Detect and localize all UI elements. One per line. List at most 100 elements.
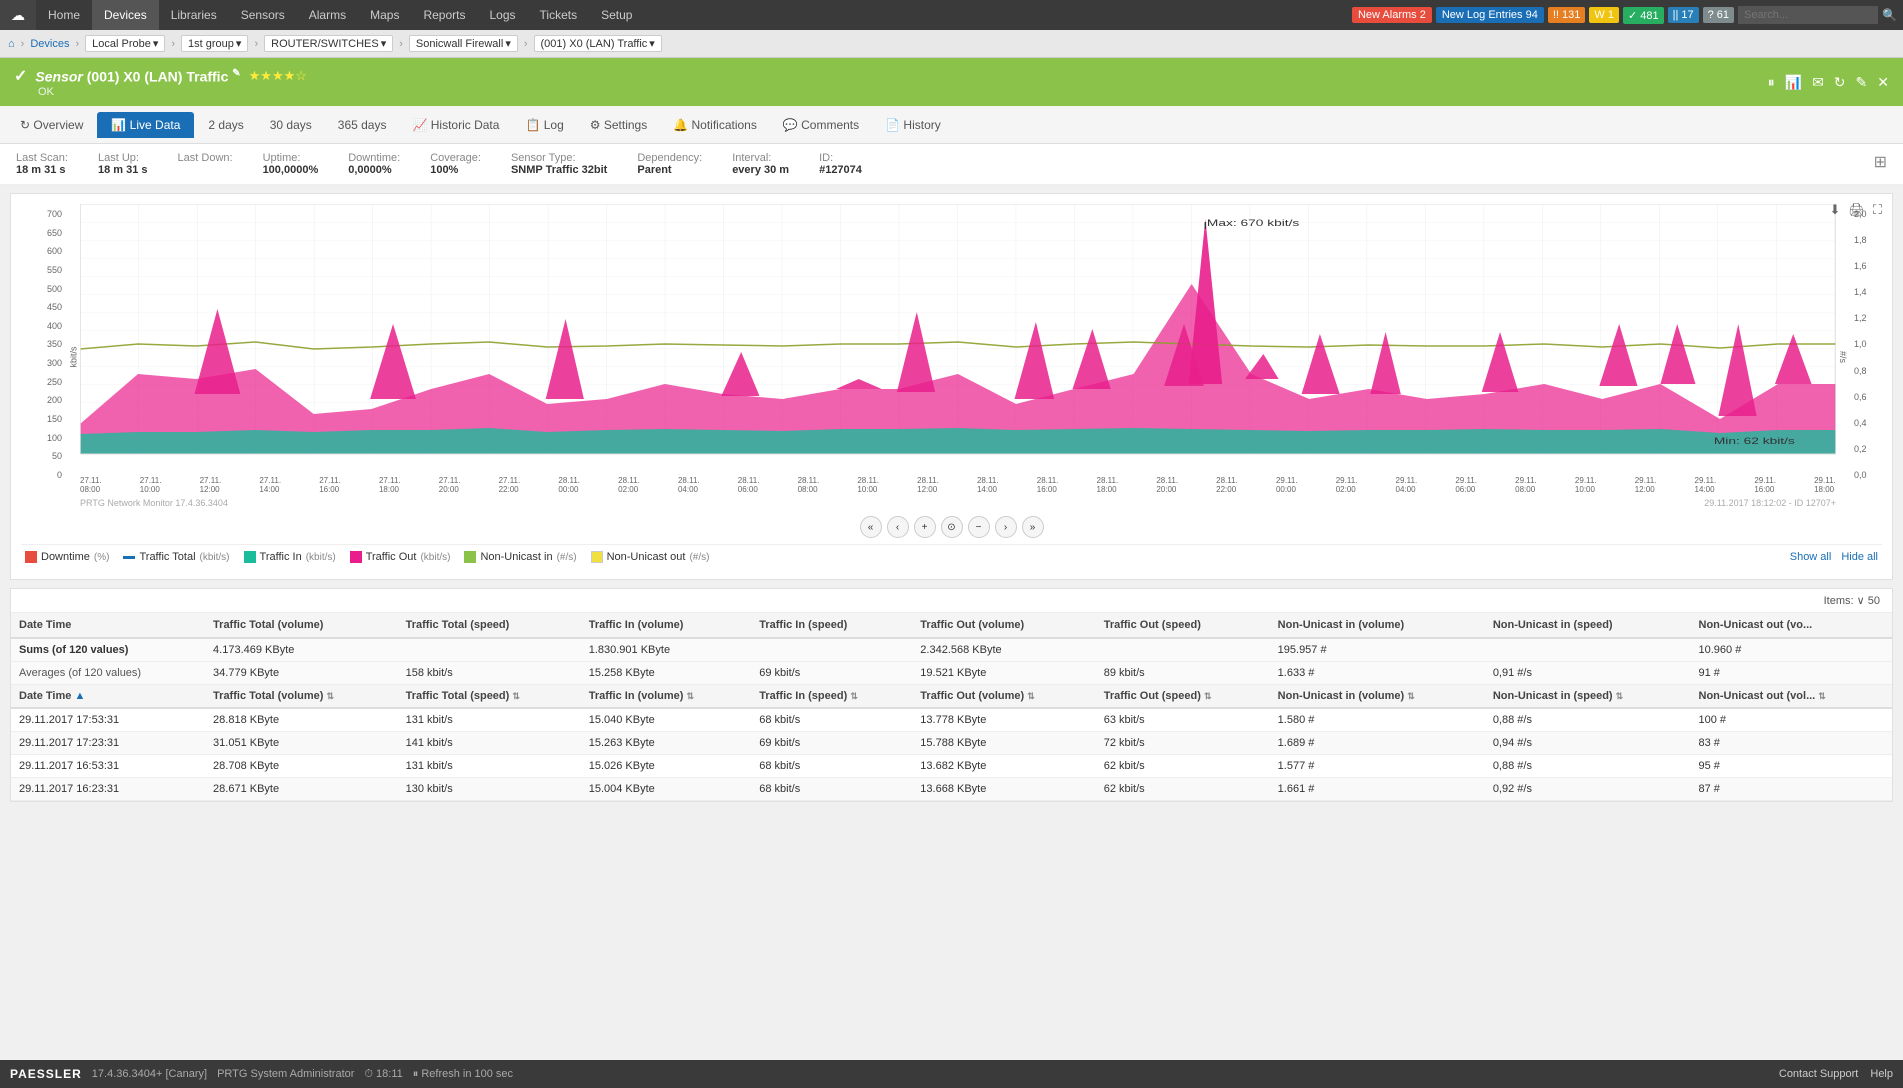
breadcrumb-sep: › [21, 38, 25, 50]
breadcrumb-home-icon[interactable]: ⌂ [8, 38, 15, 50]
breadcrumb-devices[interactable]: Devices [30, 38, 69, 50]
nav-libraries[interactable]: Libraries [159, 0, 229, 30]
breadcrumb-sonicwall[interactable]: Sonicwall Firewall ▾ [409, 35, 518, 52]
nav-setup[interactable]: Setup [589, 0, 644, 30]
tab-overview[interactable]: ↻ Overview [8, 112, 95, 138]
stat-grid-icon[interactable]: ⊞ [1874, 152, 1887, 172]
sort-nui-vol[interactable]: Non-Unicast in (volume) ⇅ [1270, 685, 1485, 709]
tab-historic-data[interactable]: 📈 Historic Data [400, 112, 511, 138]
nav-alarms[interactable]: Alarms [297, 0, 358, 30]
legend-non-unicast-out[interactable]: Non-Unicast out (#/s) [591, 551, 710, 563]
contact-support-link[interactable]: Contact Support [1779, 1068, 1859, 1080]
nav-sensors[interactable]: Sensors [229, 0, 297, 30]
tab-2-days[interactable]: 2 days [196, 112, 255, 138]
sort-nui-spd[interactable]: Non-Unicast in (speed) ⇅ [1485, 685, 1691, 709]
tab-30-days[interactable]: 30 days [258, 112, 324, 138]
col-datetime[interactable]: Date Time [11, 613, 205, 638]
tab-365-days[interactable]: 365 days [326, 112, 399, 138]
sort-tt-spd[interactable]: Traffic Total (speed) ⇅ [398, 685, 581, 709]
col-to-spd[interactable]: Traffic Out (speed) [1096, 613, 1270, 638]
table-row: 29.11.2017 17:53:31 28.818 KByte 131 kbi… [11, 708, 1892, 732]
tab-log[interactable]: 📋 Log [513, 112, 575, 138]
search-input[interactable] [1738, 6, 1878, 24]
legend-non-unicast-in[interactable]: Non-Unicast in (#/s) [464, 551, 576, 563]
sort-tt-vol[interactable]: Traffic Total (volume) ⇅ [205, 685, 398, 709]
zoom-icon[interactable]: ⛶ [1873, 202, 1882, 218]
download-icon[interactable]: ⬇ [1829, 202, 1840, 218]
x-axis-labels: 27.11.08:0027.11.10:0027.11.12:0027.11.1… [80, 474, 1836, 496]
stat-id: ID: #127074 [819, 152, 862, 176]
col-ti-vol[interactable]: Traffic In (volume) [581, 613, 752, 638]
nav-first[interactable]: « [860, 516, 882, 538]
legend-traffic-total[interactable]: Traffic Total (kbit/s) [123, 551, 229, 563]
legend-traffic-out[interactable]: Traffic Out (kbit/s) [350, 551, 451, 563]
col-to-vol[interactable]: Traffic Out (volume) [912, 613, 1095, 638]
pause-icon[interactable]: ⏸ [1768, 74, 1775, 91]
new-log-badge[interactable]: New Log Entries 94 [1436, 7, 1544, 23]
sort-ti-spd[interactable]: Traffic In (speed) ⇅ [751, 685, 912, 709]
new-alarms-badge[interactable]: New Alarms 2 [1352, 7, 1432, 23]
stat-dependency: Dependency: Parent [637, 152, 702, 176]
nav-zoom-reset[interactable]: ⊙ [941, 516, 963, 538]
tab-settings[interactable]: ⚙ Settings [578, 112, 659, 138]
col-ti-spd[interactable]: Traffic In (speed) [751, 613, 912, 638]
col-tt-spd[interactable]: Traffic Total (speed) [398, 613, 581, 638]
nav-prev[interactable]: ‹ [887, 516, 909, 538]
sensor-stars[interactable]: ★★★★☆ [249, 68, 307, 84]
delete-icon[interactable]: ✕ [1877, 74, 1889, 91]
col-tt-vol[interactable]: Traffic Total (volume) [205, 613, 398, 638]
breadcrumb-router-switches[interactable]: ROUTER/SWITCHES ▾ [264, 35, 393, 52]
legend-traffic-in[interactable]: Traffic In (kbit/s) [244, 551, 336, 563]
tab-live-data[interactable]: 📊 Live Data [97, 112, 194, 138]
show-all-link[interactable]: Show all [1790, 551, 1832, 563]
traffic-in-area [80, 428, 1836, 454]
nav-maps[interactable]: Maps [358, 0, 411, 30]
edit-icon[interactable]: ✎ [1856, 74, 1868, 91]
legend-downtime[interactable]: Downtime (%) [25, 551, 109, 563]
sort-to-vol[interactable]: Traffic Out (volume) ⇅ [912, 685, 1095, 709]
graph-icon[interactable]: 📊 [1785, 74, 1802, 91]
sort-to-spd[interactable]: Traffic Out (speed) ⇅ [1096, 685, 1270, 709]
col-nuo-vol[interactable]: Non-Unicast out (vo... [1691, 613, 1892, 638]
nav-tickets[interactable]: Tickets [528, 0, 590, 30]
sort-nuo-vol[interactable]: Non-Unicast out (vol... ⇅ [1691, 685, 1892, 709]
col-nui-vol[interactable]: Non-Unicast in (volume) [1270, 613, 1485, 638]
breadcrumb-current[interactable]: (001) X0 (LAN) Traffic ▾ [534, 35, 662, 52]
nav-next[interactable]: › [995, 516, 1017, 538]
help-link[interactable]: Help [1870, 1068, 1893, 1080]
nav-zoom-in[interactable]: + [914, 516, 936, 538]
stat-coverage: Coverage: 100% [430, 152, 481, 176]
tab-comments[interactable]: 💬 Comments [771, 112, 871, 138]
breadcrumb-local-probe[interactable]: Local Probe ▾ [85, 35, 165, 52]
table-row: 29.11.2017 16:53:31 28.708 KByte 131 kbi… [11, 755, 1892, 778]
nav-reports[interactable]: Reports [411, 0, 477, 30]
stat-interval: Interval: every 30 m [732, 152, 789, 176]
sort-ti-vol[interactable]: Traffic In (volume) ⇅ [581, 685, 752, 709]
sums-row: Sums (of 120 values) 4.173.469 KByte 1.8… [11, 638, 1892, 662]
breadcrumb-sep: › [524, 38, 528, 50]
tab-notifications[interactable]: 🔔 Notifications [661, 112, 769, 138]
averages-row: Averages (of 120 values) 34.779 KByte 15… [11, 662, 1892, 685]
print-icon[interactable]: 🖨 [1848, 202, 1865, 218]
refresh-icon[interactable]: ↻ [1834, 74, 1846, 91]
breadcrumb-1st-group[interactable]: 1st group ▾ [181, 35, 248, 52]
y-axis-right: 2,01,81,61,41,21,00,80,60,40,20,0 [1850, 204, 1882, 510]
sensor-status: OK [38, 86, 307, 98]
tab-history[interactable]: 📄 History [873, 112, 953, 138]
col-nui-spd[interactable]: Non-Unicast in (speed) [1485, 613, 1691, 638]
nav-logo[interactable]: ☁ [0, 0, 36, 30]
sensor-name: Sensor (001) X0 (LAN) Traffic ✎ [35, 68, 240, 85]
nav-zoom-out[interactable]: − [968, 516, 990, 538]
nav-home[interactable]: Home [36, 0, 92, 30]
nav-logs[interactable]: Logs [477, 0, 527, 30]
nav-last[interactable]: » [1022, 516, 1044, 538]
footer-refresh[interactable]: ⏸ Refresh in 100 sec [413, 1068, 513, 1081]
hide-all-link[interactable]: Hide all [1841, 551, 1878, 563]
nav-devices[interactable]: Devices [92, 0, 159, 30]
svg-text:Max: 670 kbit/s: Max: 670 kbit/s [1207, 218, 1300, 228]
email-icon[interactable]: ✉ [1812, 74, 1824, 91]
sort-datetime[interactable]: Date Time ▲ [11, 685, 205, 709]
search-icon[interactable]: 🔍 [1882, 8, 1897, 22]
chart-area: 7006506005505004504003503002502001501005… [21, 204, 1882, 510]
svg-text:Min: 62 kbit/s: Min: 62 kbit/s [1714, 436, 1795, 446]
